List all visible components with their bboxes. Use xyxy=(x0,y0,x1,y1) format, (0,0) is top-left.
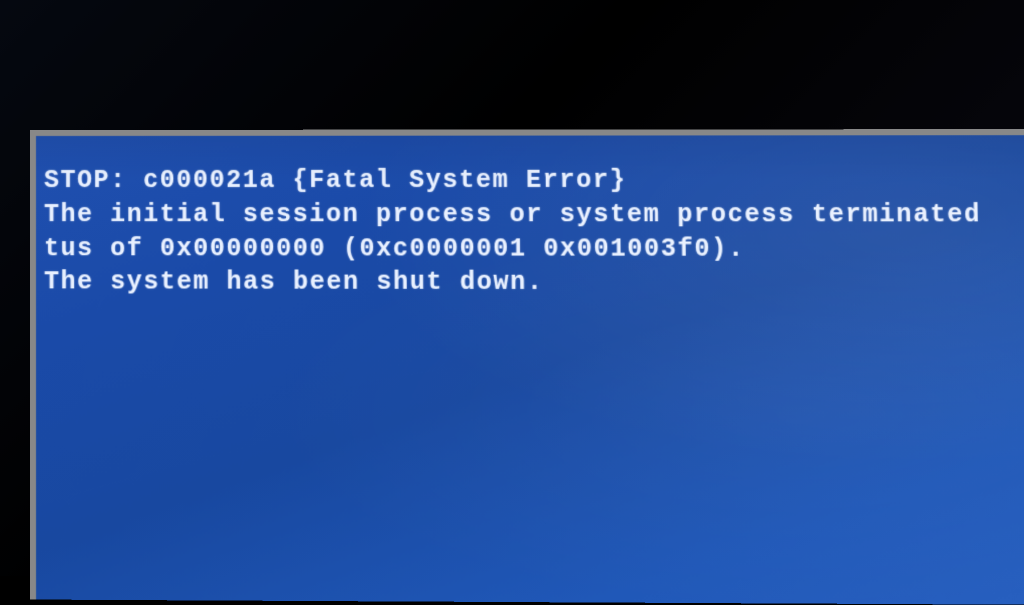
monitor-frame: STOP: c000021a {Fatal System Error} The … xyxy=(0,0,1024,576)
shutdown-message-line: The system has been shut down. xyxy=(44,265,1024,300)
error-description-line-2: tus of 0x00000000 (0xc0000001 0x001003f0… xyxy=(44,232,1024,267)
stop-code-line: STOP: c000021a {Fatal System Error} xyxy=(44,164,1024,198)
error-description-line-1: The initial session process or system pr… xyxy=(44,198,1024,232)
screen-bezel: STOP: c000021a {Fatal System Error} The … xyxy=(30,129,1024,605)
bsod-screen: STOP: c000021a {Fatal System Error} The … xyxy=(36,135,1024,605)
